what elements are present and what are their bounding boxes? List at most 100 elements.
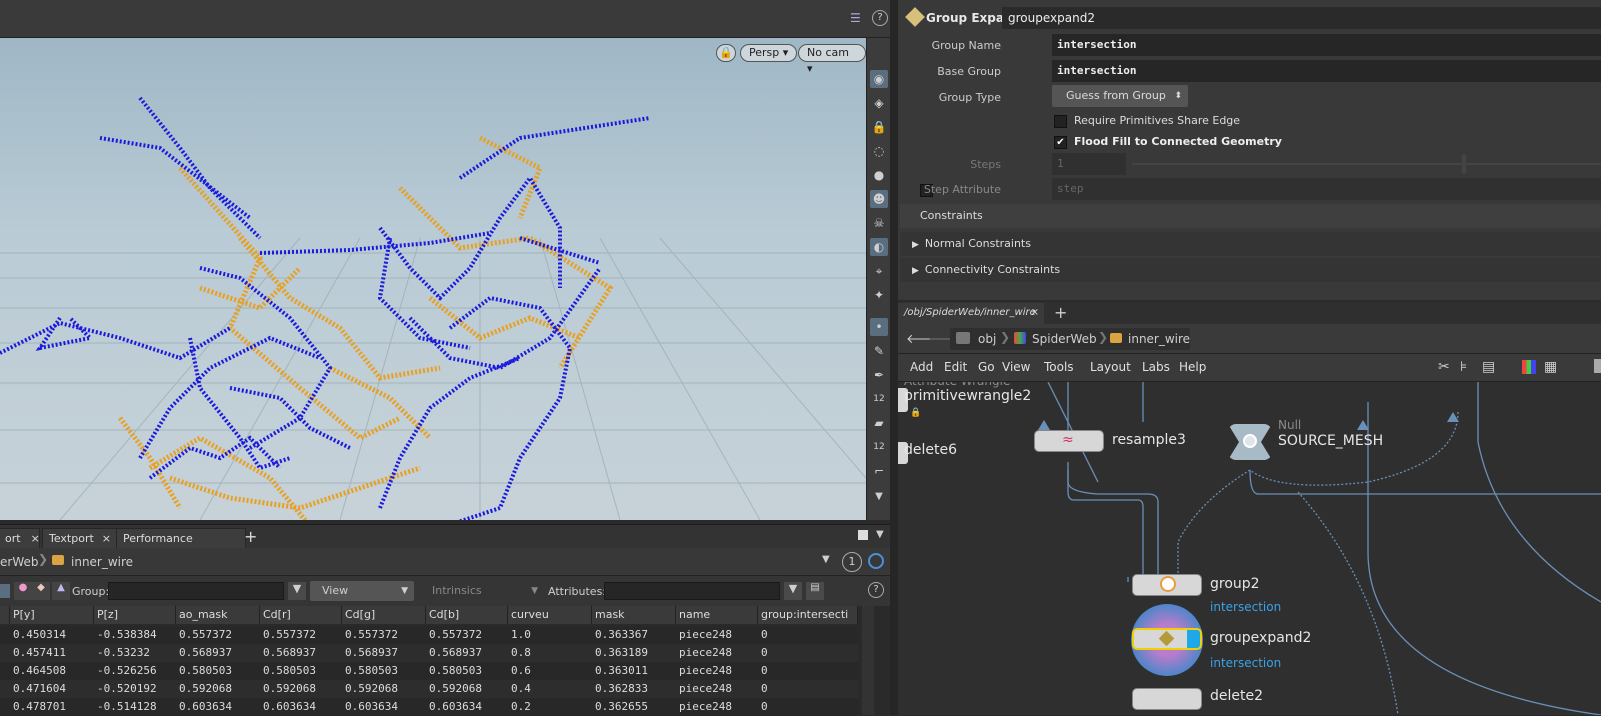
menu-help[interactable]: Help <box>1179 360 1206 374</box>
steps-slider-handle[interactable] <box>1462 155 1466 173</box>
attribute-filter-icon[interactable]: ▼ <box>784 582 802 600</box>
column-header[interactable]: P[z] <box>94 606 176 624</box>
node-name-field[interactable]: groupexpand2 <box>1002 7 1601 29</box>
group2-node-name[interactable]: group2 <box>1210 576 1260 592</box>
vertex-mode-icon[interactable]: ● <box>14 582 32 600</box>
delete6-node-name[interactable]: delete6 <box>904 442 957 458</box>
menu-view[interactable]: View <box>1002 360 1030 374</box>
require-shared-edge-checkbox[interactable] <box>1054 115 1067 128</box>
scene-viewport[interactable]: 🔒 Persp ▾ No cam ▾ <box>0 38 866 520</box>
column-header[interactable]: name <box>676 606 758 624</box>
steps-slider-track[interactable] <box>1132 163 1601 165</box>
detail-mode-icon[interactable]: ▲ <box>52 582 70 600</box>
add-tab-icon[interactable]: + <box>1054 303 1067 322</box>
path-segment[interactable]: erWeb <box>0 555 38 569</box>
group-type-dropdown[interactable]: Guess from Group ⬍ <box>1052 85 1188 107</box>
help-icon[interactable]: ? <box>868 582 884 598</box>
menu-go[interactable]: Go <box>978 360 995 374</box>
groupexpand2-node-name[interactable]: groupexpand2 <box>1210 630 1311 646</box>
lock-icon[interactable]: 🔒 <box>870 118 888 136</box>
column-header[interactable]: Cd[r] <box>260 606 342 624</box>
paint-icon[interactable]: ▰ <box>870 414 888 432</box>
table-row[interactable]: 0.478701 -0.514128 0.603634 0.603634 0.60363… <box>0 698 858 716</box>
attribute-filter-input[interactable] <box>604 582 780 600</box>
delete2-node-name[interactable]: delete2 <box>1210 688 1263 704</box>
delete2-node-body[interactable] <box>1132 688 1202 710</box>
flood-fill-checkbox[interactable]: ✔ <box>1054 136 1067 149</box>
link-icon[interactable] <box>868 553 884 569</box>
menu-labs[interactable]: Labs <box>1142 360 1170 374</box>
breadcrumb-inner-wire[interactable]: inner_wire <box>1128 332 1190 346</box>
ghost-icon[interactable]: ◌ <box>870 142 888 160</box>
filter-icon[interactable]: ▼ <box>288 582 306 600</box>
persp-menu[interactable]: Persp ▾ <box>740 44 798 62</box>
table-row[interactable]: 0.471604 -0.520192 0.592068 0.592068 0.59206… <box>0 680 858 698</box>
point-display-icon[interactable]: • <box>870 318 888 336</box>
camera-view-icon[interactable]: ⌖ <box>870 262 888 280</box>
pin-badge[interactable]: 1 <box>842 552 862 572</box>
step-attribute-field[interactable]: step <box>1052 178 1601 200</box>
corner-icon[interactable]: ⌐ <box>870 462 888 480</box>
skull-icon[interactable]: ☻ <box>870 190 888 208</box>
constraints-tab[interactable]: Constraints <box>900 204 1601 228</box>
pane-divider[interactable] <box>890 0 898 715</box>
overflow-icon[interactable] <box>1594 359 1601 373</box>
pane-layout-icon[interactable] <box>858 530 868 540</box>
help-icon[interactable]: ? <box>872 10 888 26</box>
view-dropdown[interactable]: View ▼ <box>310 581 414 601</box>
shape-palette-icon[interactable]: ▦ <box>1544 359 1557 375</box>
tools-icon[interactable]: ✂ <box>1438 359 1450 375</box>
eye-icon[interactable]: ◉ <box>870 70 888 88</box>
close-icon[interactable]: × <box>1031 303 1039 323</box>
column-header[interactable]: Cd[g] <box>342 606 426 624</box>
tab-network[interactable]: /obj/SpiderWeb/inner_wire × <box>898 303 1044 324</box>
menu-add[interactable]: Add <box>910 360 933 374</box>
brush-icon[interactable]: ✎ <box>870 342 888 360</box>
path-dropdown-icon[interactable]: ▼ <box>822 554 830 565</box>
display-options-icon[interactable]: ☰ <box>850 11 861 25</box>
tab-performance-monitor[interactable]: Performance Monitor× <box>116 528 246 564</box>
add-tab-icon[interactable]: + <box>244 527 257 546</box>
resample3-node-name[interactable]: resample3 <box>1112 432 1186 448</box>
breadcrumb-spiderweb[interactable]: SpiderWeb <box>1032 332 1097 346</box>
menu-edit[interactable]: Edit <box>944 360 967 374</box>
network-editor[interactable]: Attribute Wrangle primitivewrangle2 🔒 de… <box>898 382 1601 715</box>
table-row[interactable]: 0.464508 -0.526256 0.580503 0.580503 0.58050… <box>0 662 858 680</box>
column-header[interactable]: curveu <box>508 606 592 624</box>
tab-viewport[interactable]: ort × <box>0 528 40 548</box>
menu-layout[interactable]: Layout <box>1090 360 1131 374</box>
connectivity-constraints-folder[interactable]: ▶ Connectivity Constraints <box>900 258 1601 282</box>
pane-menu-icon[interactable]: ▼ <box>876 529 884 540</box>
table-row[interactable]: 0.457411 -0.53232 0.568937 0.568937 0.568937… <box>0 644 858 662</box>
sphere-icon[interactable]: ● <box>870 166 888 184</box>
lock-camera-icon[interactable]: 🔒 <box>716 44 736 62</box>
column-header[interactable]: group:intersecti <box>758 606 858 624</box>
column-header[interactable]: P[y] <box>10 606 94 624</box>
prim-mode-icon[interactable]: ◆ <box>32 582 50 600</box>
column-header[interactable]: Cd[b] <box>426 606 508 624</box>
light-icon[interactable]: ✦ <box>870 286 888 304</box>
columns-icon[interactable]: ▤ <box>806 582 824 600</box>
null-node-name[interactable]: SOURCE_MESH <box>1278 433 1383 449</box>
column-header[interactable]: mask <box>592 606 676 624</box>
close-icon[interactable]: × <box>31 532 40 545</box>
breadcrumb-obj[interactable]: obj <box>978 332 996 346</box>
close-icon[interactable]: × <box>102 532 111 545</box>
normal-constraints-folder[interactable]: ▶ Normal Constraints <box>900 232 1601 256</box>
prim-number-icon[interactable]: 12 <box>870 438 888 456</box>
wrangle-node-name[interactable]: primitivewrangle2 <box>904 388 1031 404</box>
tab-textport[interactable]: Textport × <box>42 528 118 548</box>
table-row[interactable]: 0.450314 -0.538384 0.557372 0.557372 0.55737… <box>0 626 858 644</box>
column-header[interactable]: ao_mask <box>176 606 260 624</box>
point-number-icon[interactable]: 12 <box>870 390 888 408</box>
intrinsics-dropdown[interactable]: Intrinsics ▼ <box>424 581 542 601</box>
base-group-field[interactable]: intersection <box>1052 60 1601 82</box>
camera-menu[interactable]: No cam ▾ <box>798 44 866 75</box>
group-filter-input[interactable] <box>108 582 284 600</box>
list-icon[interactable]: ▤ <box>1482 359 1495 375</box>
menu-tools[interactable]: Tools <box>1044 360 1074 374</box>
skeleton-icon[interactable]: ☠ <box>870 214 888 232</box>
shading-icon[interactable]: ◐ <box>870 238 888 256</box>
vertical-scrollbar[interactable] <box>862 606 874 715</box>
pen-icon[interactable]: ✒ <box>870 366 888 384</box>
